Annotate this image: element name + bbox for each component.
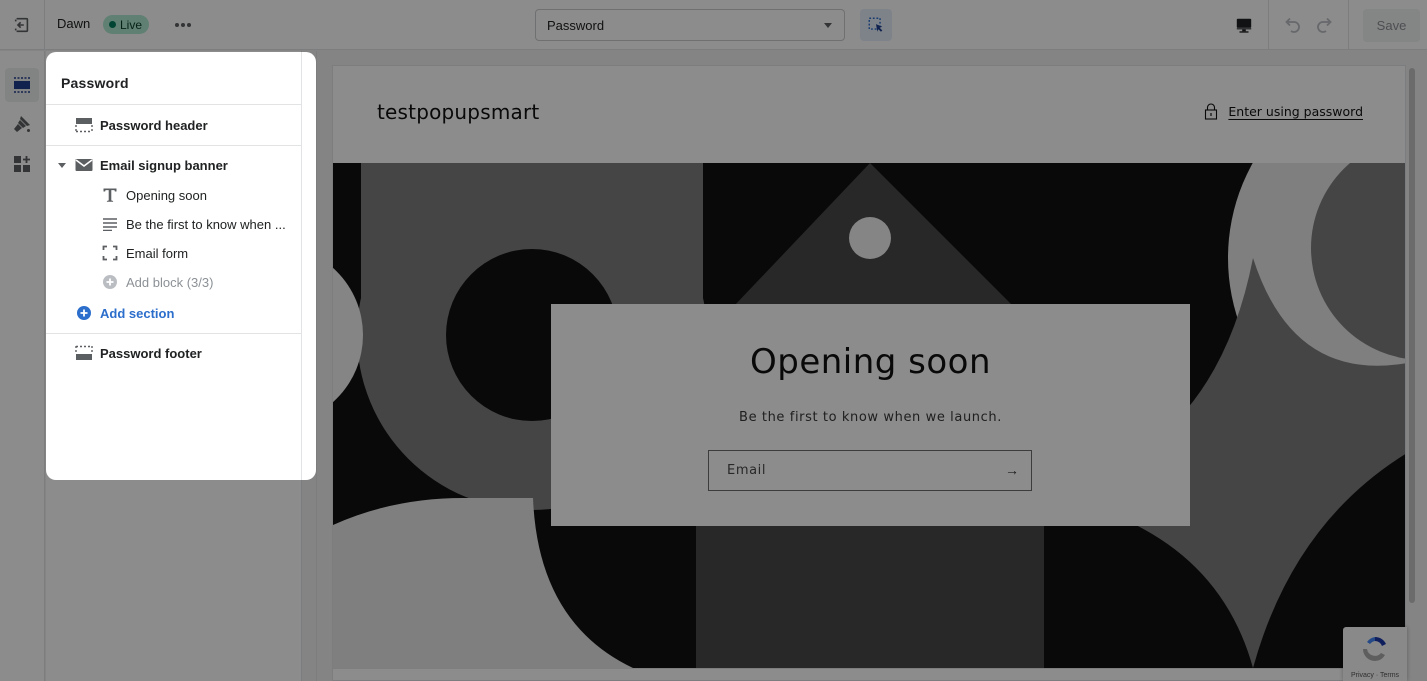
block-item-email-form[interactable]: Email form (46, 239, 302, 267)
section-label: Password footer (100, 345, 202, 361)
block-label: Email form (126, 245, 189, 261)
section-item-email-signup-banner[interactable]: Email signup banner (46, 151, 302, 179)
plus-circle-icon (75, 304, 93, 322)
block-item-subtext[interactable]: Be the first to know when ... (46, 210, 302, 238)
section-item-password-header[interactable]: Password header (46, 111, 302, 139)
divider (46, 104, 302, 105)
block-item-opening-soon[interactable]: Opening soon (46, 181, 302, 209)
plus-circle-icon (101, 273, 119, 291)
sections-list: Password Password header Email signup ba… (46, 52, 302, 480)
section-label: Password header (100, 117, 208, 133)
header-icon (75, 116, 93, 134)
block-label: Be the first to know when ... (126, 216, 286, 232)
form-frame-icon (101, 244, 119, 262)
block-label: Opening soon (126, 187, 207, 203)
text-T-icon (101, 186, 119, 204)
add-block-button[interactable]: Add block (3/3) (46, 268, 302, 296)
divider (46, 333, 302, 334)
divider (46, 145, 302, 146)
paragraph-icon (101, 215, 119, 233)
add-block-label: Add block (3/3) (126, 274, 214, 290)
caret-down-icon[interactable] (57, 156, 67, 174)
section-label: Email signup banner (100, 157, 228, 173)
add-section-label: Add section (100, 305, 175, 321)
section-item-password-footer[interactable]: Password footer (46, 339, 302, 367)
panel-title: Password (61, 75, 129, 91)
add-section-button[interactable]: Add section (46, 299, 302, 327)
footer-icon (75, 344, 93, 362)
envelope-icon (75, 156, 93, 174)
sections-panel: Password Password header Email signup ba… (46, 52, 316, 480)
